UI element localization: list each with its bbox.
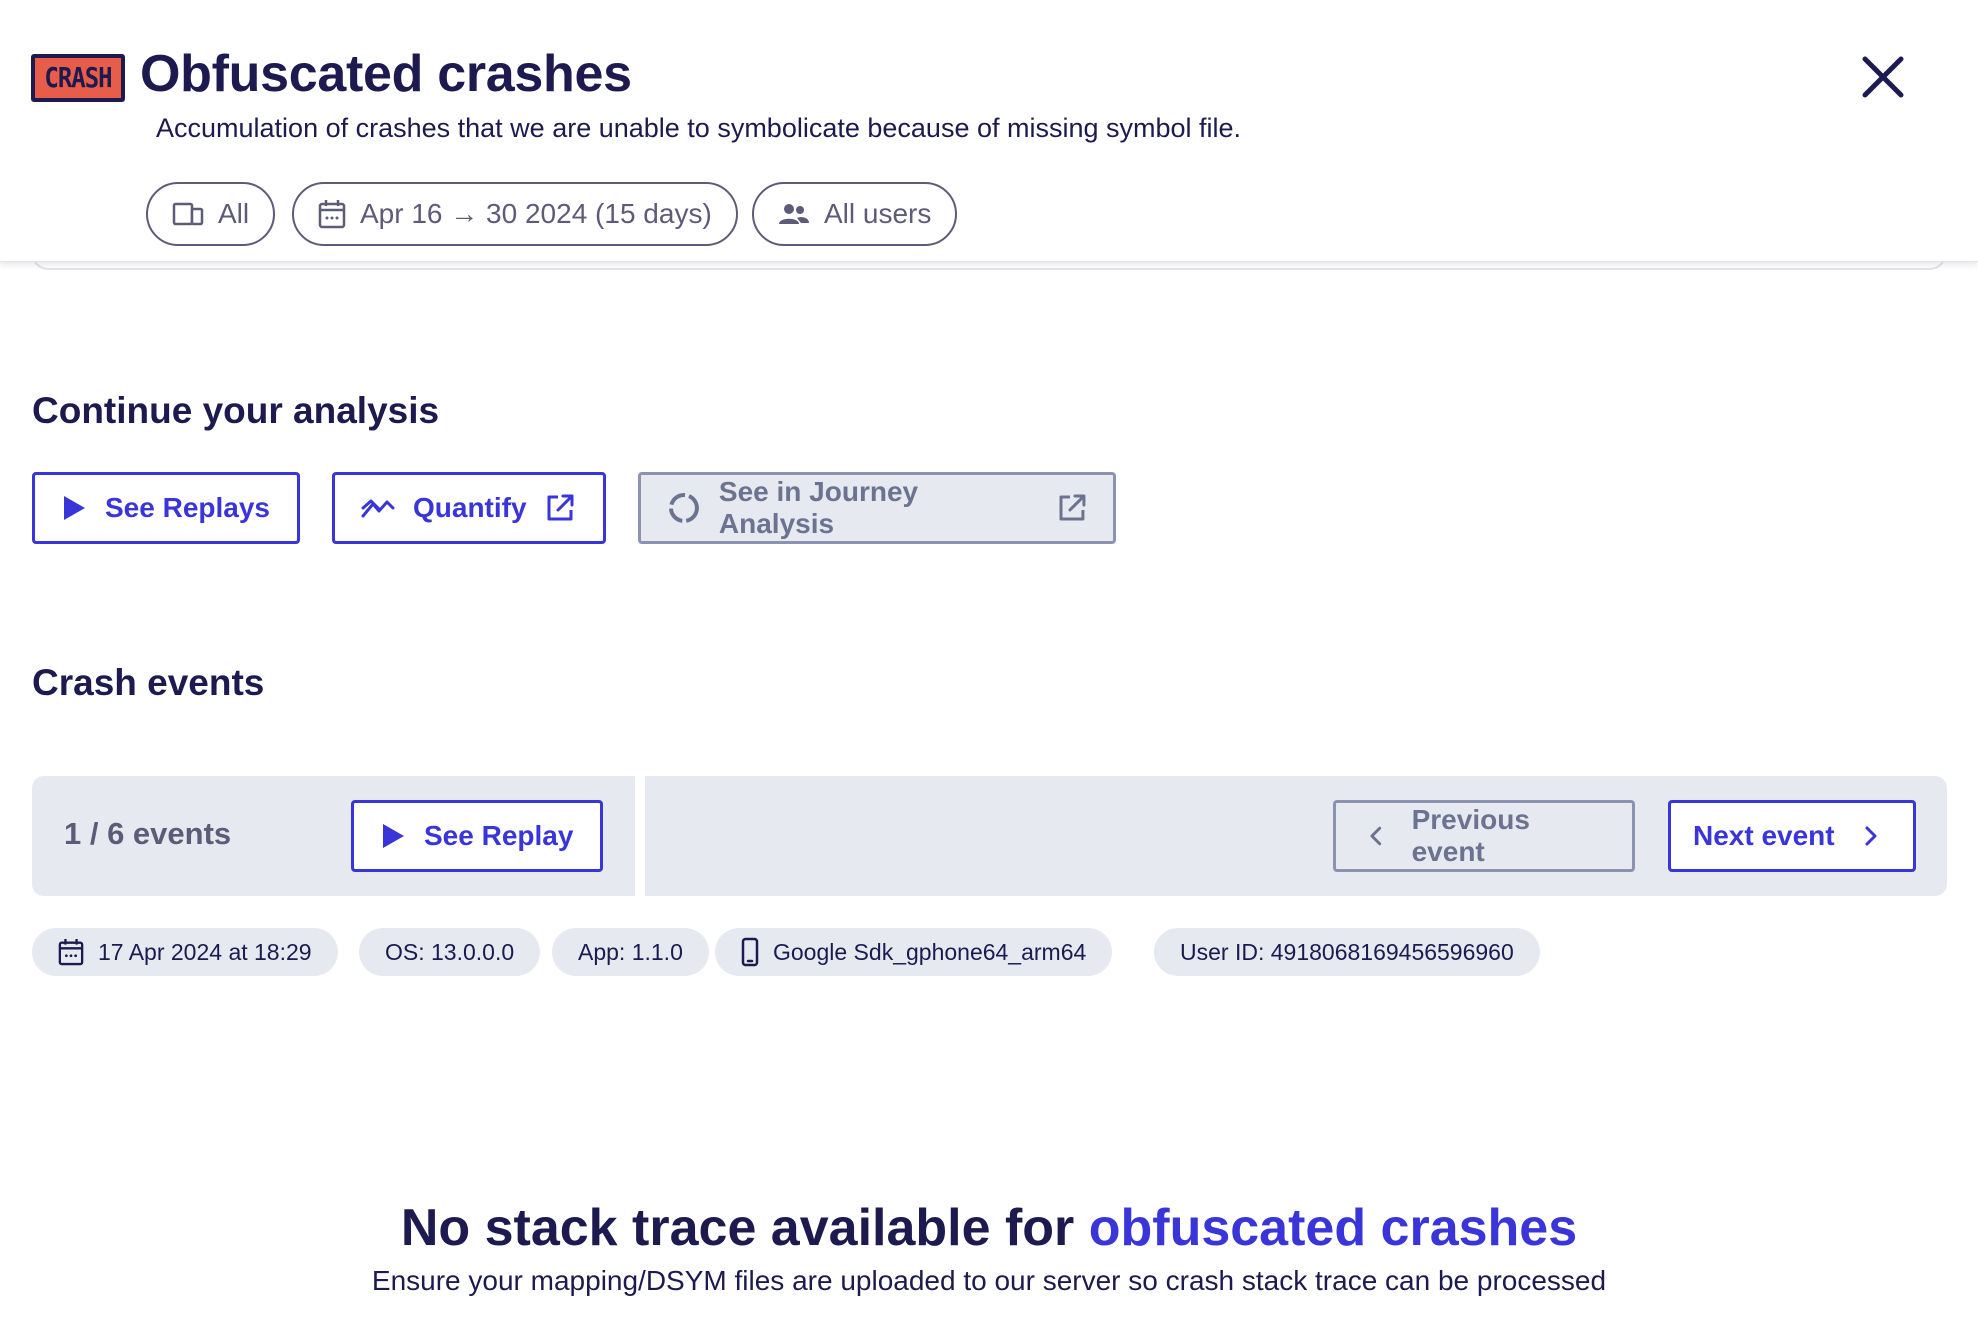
empty-state-subtitle: Ensure your mapping/DSYM files are uploa… xyxy=(371,1265,1607,1296)
event-date-label: 17 Apr 2024 at 18:29 xyxy=(98,938,312,965)
quantify-label: Quantify xyxy=(413,492,527,523)
calendar-icon xyxy=(58,939,84,966)
close-icon xyxy=(1862,56,1904,98)
trend-icon xyxy=(361,499,395,518)
quantify-button[interactable]: Quantify xyxy=(332,472,606,544)
close-button[interactable] xyxy=(1858,52,1908,102)
app-version-tag: App: 1.1.0 xyxy=(552,928,709,976)
empty-state-title-accent: obfuscated crashes xyxy=(1088,1199,1578,1257)
next-event-button[interactable]: Next event xyxy=(1668,800,1916,872)
journey-analysis-label: See in Journey Analysis xyxy=(718,476,919,539)
users-filter-chip[interactable]: All users xyxy=(752,182,958,246)
play-icon xyxy=(64,496,85,520)
page-subtitle: Accumulation of crashes that we are unab… xyxy=(156,113,1242,143)
empty-state-title: No stack trace available for obfuscated … xyxy=(0,1198,1978,1258)
crash-badge-label: CRASH xyxy=(44,61,112,95)
journey-analysis-button[interactable]: See in Journey Analysis xyxy=(638,472,1116,544)
external-link-icon xyxy=(1059,494,1086,521)
crash-badge: CRASH xyxy=(31,54,125,102)
app-version-label: App: 1.1.0 xyxy=(578,938,683,965)
see-replays-button[interactable]: See Replays xyxy=(32,472,300,544)
os-label: OS: 13.0.0.0 xyxy=(385,938,515,965)
see-replays-label: See Replays xyxy=(105,492,270,523)
see-replay-button[interactable]: See Replay xyxy=(351,800,603,872)
device-filter-label: All xyxy=(218,198,250,229)
crash-events-title: Crash events xyxy=(32,662,265,703)
phone-icon xyxy=(741,937,759,967)
see-replay-label: See Replay xyxy=(424,820,574,851)
empty-state-title-prefix: No stack trace available for xyxy=(400,1199,1089,1257)
date-filter-label: Apr 16 → 30 2024 (15 days) xyxy=(360,198,712,229)
modal-header: CRASH Obfuscated crashes Accumulation of… xyxy=(0,0,1978,262)
date-filter-chip[interactable]: Apr 16 → 30 2024 (15 days) xyxy=(292,182,738,246)
analysis-section-title: Continue your analysis xyxy=(32,390,440,431)
external-link-icon xyxy=(547,494,574,521)
next-event-label: Next event xyxy=(1693,820,1835,851)
events-count: 1 / 6 events xyxy=(64,816,232,851)
device-tag: Google Sdk_gphone64_arm64 xyxy=(715,928,1113,976)
previous-event-button[interactable]: Previous event xyxy=(1333,800,1635,872)
previous-event-label: Previous event xyxy=(1411,804,1530,867)
chevron-right-icon xyxy=(1865,826,1877,846)
calendar-icon xyxy=(318,200,346,229)
users-icon xyxy=(779,204,809,224)
chevron-left-icon xyxy=(1370,826,1382,846)
user-id-tag: User ID: 4918068169456596960 xyxy=(1154,928,1540,976)
users-filter-label: All users xyxy=(824,198,932,229)
page-title: Obfuscated crashes xyxy=(140,45,632,103)
user-id-label: User ID: 4918068169456596960 xyxy=(1180,938,1514,965)
device-label: Google Sdk_gphone64_arm64 xyxy=(773,938,1087,965)
loading-spinner-icon xyxy=(668,493,699,523)
play-icon xyxy=(383,824,404,848)
event-date-tag: 17 Apr 2024 at 18:29 xyxy=(32,928,338,976)
device-filter-chip[interactable]: All xyxy=(146,182,276,246)
os-tag: OS: 13.0.0.0 xyxy=(359,928,541,976)
devices-icon xyxy=(172,202,204,226)
